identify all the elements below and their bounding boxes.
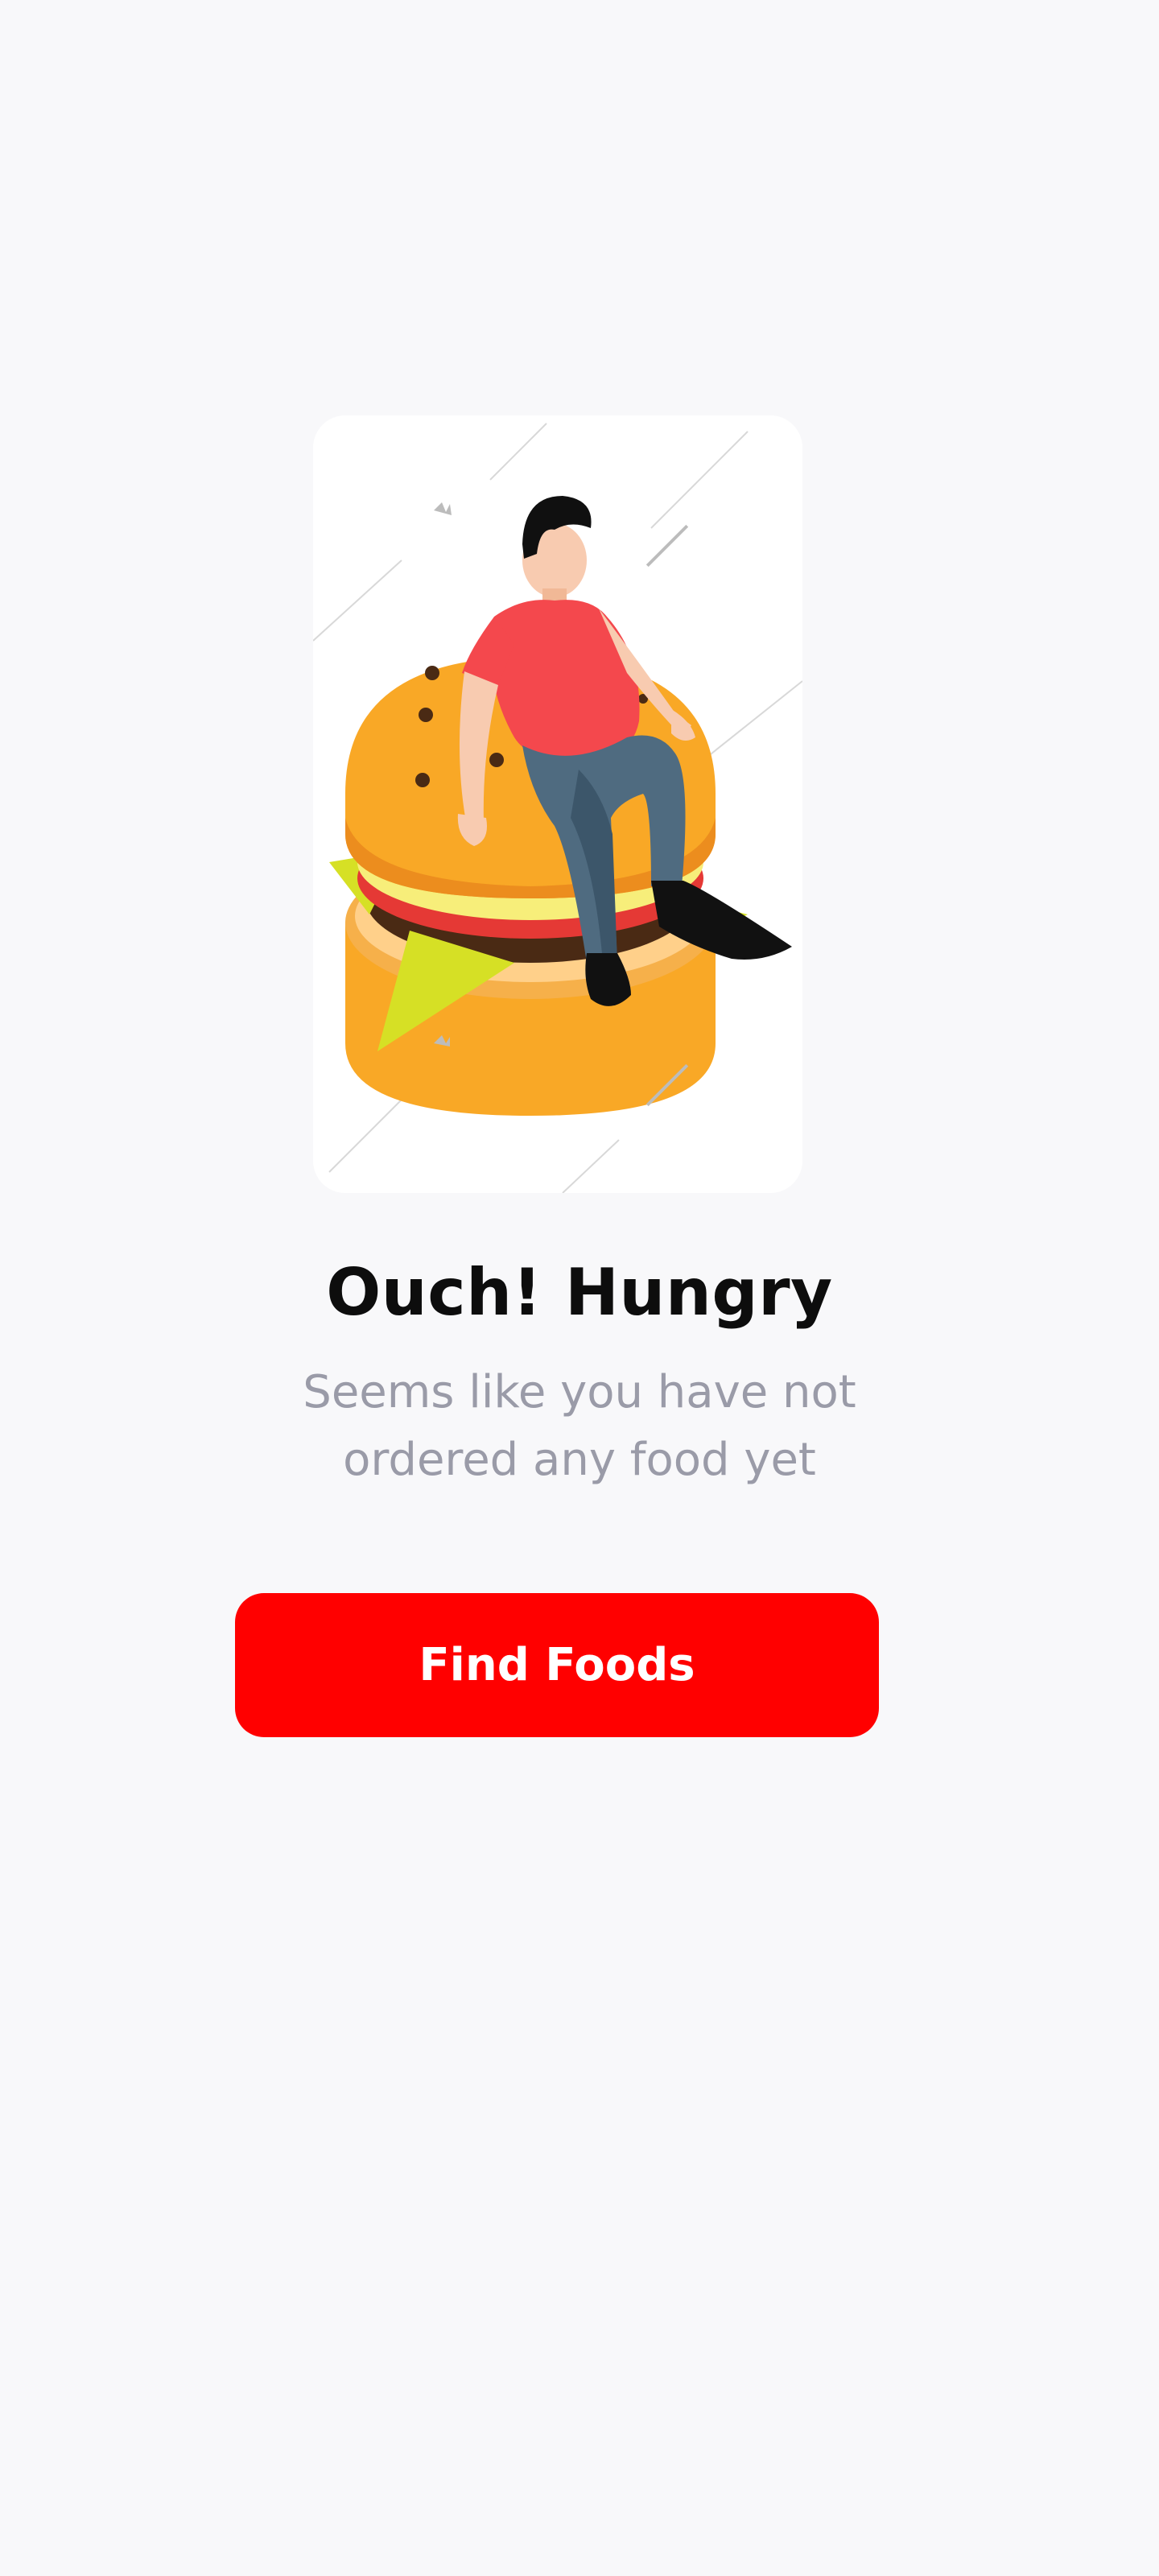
empty-orders-screen: Ouch! Hungry Seems like you have not ord… bbox=[0, 0, 1159, 2576]
illustration-card bbox=[313, 415, 802, 1193]
find-foods-button-label: Find Foods bbox=[419, 1639, 695, 1691]
person-on-burger-illustration bbox=[313, 423, 802, 1193]
empty-state-title: Ouch! Hungry bbox=[326, 1255, 833, 1330]
find-foods-button[interactable]: Find Foods bbox=[235, 1593, 879, 1737]
empty-state-message: Seems like you have not ordered any food… bbox=[303, 1366, 856, 1486]
